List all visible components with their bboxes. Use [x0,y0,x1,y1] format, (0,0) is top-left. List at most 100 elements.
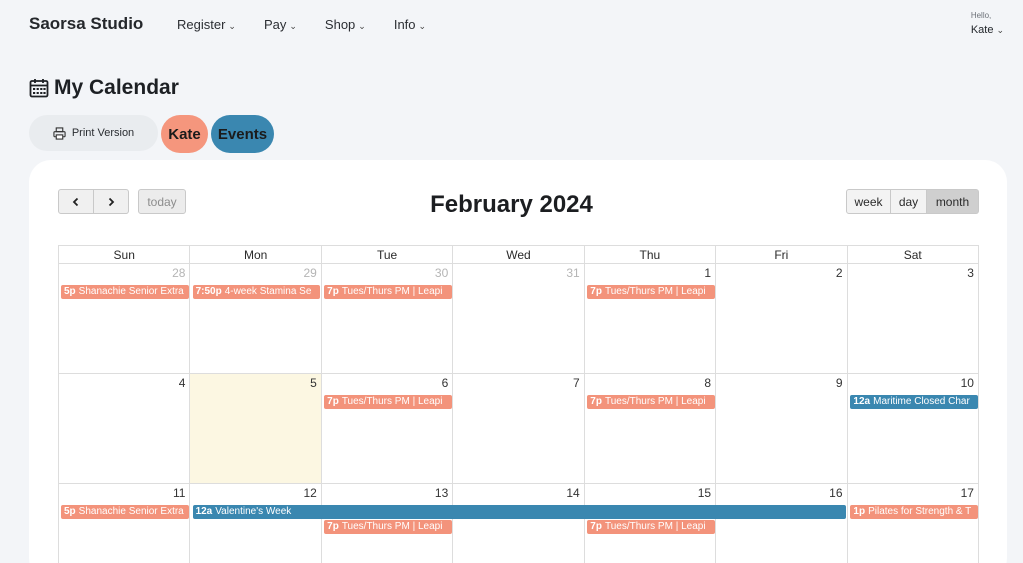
day-number[interactable]: 30 [435,266,448,280]
user-menu[interactable]: Hello, Kate ⌄ [971,11,1004,38]
event-time: 7p [327,286,339,297]
event-time: 7p [327,396,339,407]
day-of-week-tue: Tue [321,246,454,264]
day-number[interactable]: 6 [442,376,449,390]
event-title: Tues/Thurs PM | Leapi [604,521,706,532]
week-row: 28 29 30 31 1 2 3 5p Shanachie Senior Extra 7:50p… [58,264,979,374]
day-of-week-header: Sun Mon Tue Wed Thu Fri Sat [58,245,979,264]
calendar-event[interactable]: 7p Tues/Thurs PM | Leapi [587,395,715,409]
menu-register-label: Register [177,17,226,32]
day-cell[interactable]: 29 [190,264,322,374]
calendar-event[interactable]: 12a Valentine's Week [192,505,847,519]
chevron-down-icon: ⌄ [996,25,1004,35]
brand-logo-text[interactable]: Saorsa Studio [29,14,143,34]
day-cell[interactable]: 30 [321,264,454,374]
day-number[interactable]: 29 [303,266,316,280]
day-number[interactable]: 8 [704,376,711,390]
day-cell[interactable]: 10 [847,374,979,484]
month-grid: Sun Mon Tue Wed Thu Fri Sat 28 29 30 31 1 2 3 5p Shana… [58,245,979,563]
day-cell[interactable]: 16 [716,484,848,563]
day-number[interactable]: 10 [961,376,974,390]
user-greeting: Hello, [970,11,992,20]
day-cell[interactable]: 11 [59,484,191,563]
day-number[interactable]: 9 [836,376,843,390]
day-number[interactable]: 16 [829,486,842,500]
event-time: 5p [64,286,76,297]
day-cell[interactable]: 7 [453,374,585,484]
chevron-down-icon: ⌄ [358,21,366,31]
event-title: Pilates for Strength & T [868,506,972,517]
day-number[interactable]: 17 [961,486,974,500]
day-cell[interactable]: 1 [584,264,717,374]
day-number[interactable]: 15 [698,486,711,500]
menu-pay[interactable]: Pay ⌄ [264,17,297,32]
day-of-week-sun: Sun [59,246,191,264]
day-cell[interactable]: 3 [847,264,979,374]
menu-register[interactable]: Register ⌄ [177,17,236,32]
event-time: 7p [327,521,339,532]
day-cell[interactable]: 6 [321,374,454,484]
event-title: Tues/Thurs PM | Leapi [341,521,443,532]
main-menu: Register ⌄ Pay ⌄ Shop ⌄ Info ⌄ [177,17,454,32]
day-number[interactable]: 2 [836,266,843,280]
day-cell[interactable]: 12 [190,484,322,563]
event-time: 12a [853,396,871,407]
day-cell[interactable]: 2 [716,264,848,374]
event-title: Valentine's Week [215,506,292,517]
day-cell[interactable]: 31 [453,264,585,374]
day-number[interactable]: 12 [303,486,316,500]
calendar-event[interactable]: 7p Tues/Thurs PM | Leapi [587,285,715,299]
calendar-event[interactable]: 5p Shanachie Senior Extra [61,505,189,519]
day-number[interactable]: 13 [435,486,448,500]
day-cell[interactable]: 17 [848,484,979,563]
filter-events[interactable]: Events [211,115,274,153]
day-number[interactable]: 7 [573,376,580,390]
chevron-down-icon: ⌄ [289,21,297,31]
view-day-button[interactable]: day [891,189,927,214]
day-of-week-fri: Fri [716,246,848,264]
calendar-event[interactable]: 7p Tues/Thurs PM | Leapi [324,395,452,409]
calendar-event[interactable]: 7:50p 4-week Stamina Se [192,285,321,299]
day-cell[interactable]: 28 [59,264,191,374]
page-title: My Calendar [29,76,179,100]
day-cell[interactable]: 5 [190,374,322,484]
menu-info[interactable]: Info ⌄ [394,17,426,32]
print-version-button[interactable]: Print Version [29,115,158,151]
event-title: Tues/Thurs PM | Leapi [341,396,443,407]
day-of-week-sat: Sat [847,246,979,264]
calendar-event[interactable]: 7p Tues/Thurs PM | Leapi [324,285,452,299]
day-number[interactable]: 11 [173,486,185,500]
event-title: Shanachie Senior Extra [78,286,184,297]
print-version-label: Print Version [71,127,135,139]
day-number[interactable]: 5 [310,376,317,390]
chevron-down-icon: ⌄ [418,21,427,31]
calendar-event[interactable]: 12a Maritime Closed Char [850,395,978,409]
day-cell[interactable]: 9 [716,374,848,484]
event-time: 7p [590,286,602,297]
filter-kate[interactable]: Kate [161,115,208,153]
day-cell[interactable]: 14 [453,484,585,563]
event-title: Shanachie Senior Extra [78,506,184,517]
calendar-event[interactable]: 7p Tues/Thurs PM | Leapi [324,520,452,534]
day-cell[interactable]: 4 [59,374,191,484]
day-number[interactable]: 28 [172,266,185,280]
day-number[interactable]: 14 [566,486,579,500]
day-number[interactable]: 1 [704,266,711,280]
calendar-event[interactable]: 5p Shanachie Senior Extra [61,285,189,299]
day-number[interactable]: 4 [179,376,186,390]
calendar-event[interactable]: 7p Tues/Thurs PM | Leapi [587,520,715,534]
day-number[interactable]: 3 [967,266,974,280]
view-week-button[interactable]: week [846,189,891,214]
view-month-button[interactable]: month [927,189,979,214]
event-time: 7p [590,396,602,407]
week-row: 11 12 13 14 15 16 17 5p Shanachie Senior Extra 12… [58,484,979,563]
calendar-event[interactable]: 1p Pilates for Strength & T [850,505,978,519]
event-title: Tues/Thurs PM | Leapi [604,396,706,407]
calendar-icon [29,79,49,98]
menu-shop[interactable]: Shop ⌄ [325,17,366,32]
user-name: Kate [970,24,994,36]
event-title: Tues/Thurs PM | Leapi [604,286,706,297]
day-number[interactable]: 31 [566,266,579,280]
event-title: 4-week Stamina Se [224,286,312,297]
day-cell[interactable]: 8 [584,374,717,484]
